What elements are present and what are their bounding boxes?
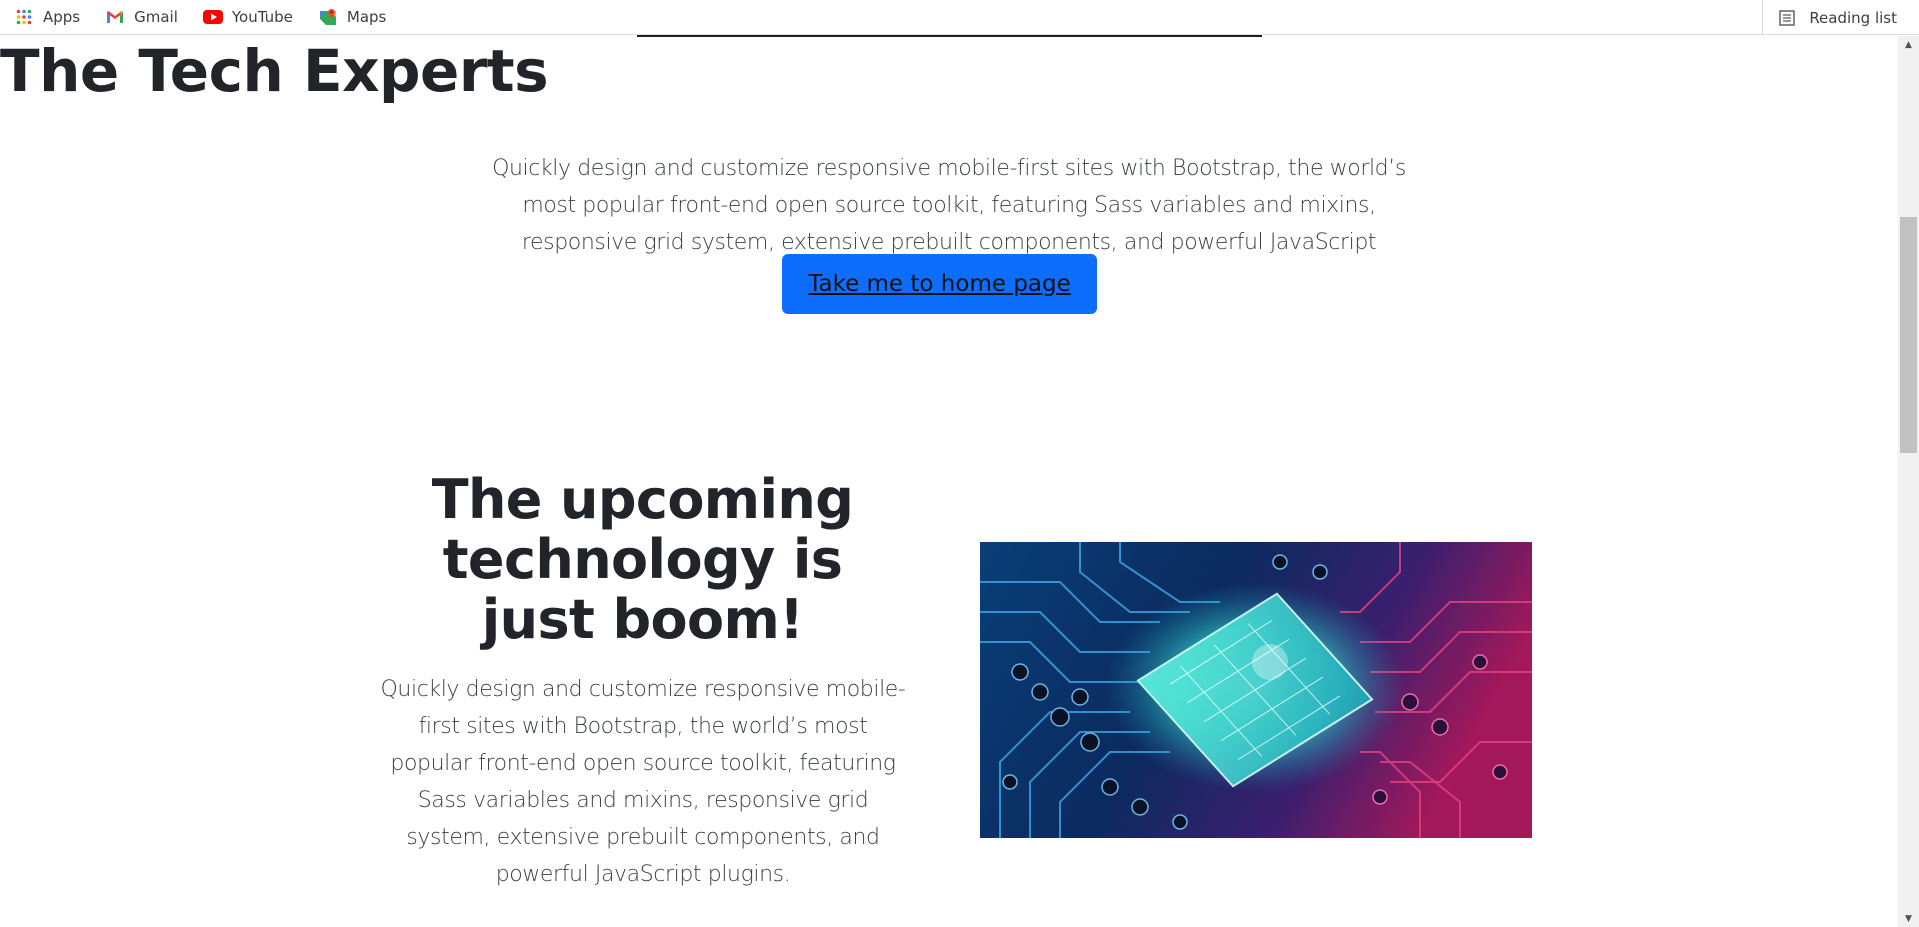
- reading-list-label: Reading list: [1809, 8, 1897, 27]
- bookmark-youtube[interactable]: YouTube: [189, 5, 304, 29]
- bookmark-label: Maps: [346, 8, 387, 26]
- reading-list-icon: [1777, 8, 1797, 28]
- bookmark-gmail[interactable]: Gmail: [91, 5, 189, 29]
- home-page-button[interactable]: Take me to home page: [782, 254, 1097, 314]
- scrollbar-thumb[interactable]: [1900, 217, 1917, 453]
- maps-icon: [318, 7, 338, 27]
- hero-title: The Tech Experts: [0, 37, 549, 105]
- feature-title: The upcoming technology is just boom!: [431, 468, 854, 651]
- bookmark-maps[interactable]: Maps: [304, 5, 397, 29]
- vertical-scrollbar[interactable]: [1898, 36, 1919, 927]
- circuit-board-image: [980, 542, 1532, 838]
- gmail-icon: [105, 7, 125, 27]
- feature-text: Quickly design and customize responsive …: [380, 677, 906, 887]
- scroll-up-arrow-icon[interactable]: ▲: [1898, 36, 1919, 53]
- bookmark-label: Gmail: [134, 8, 178, 26]
- apps-grid-icon: [14, 7, 34, 27]
- reading-list-button[interactable]: Reading list: [1762, 0, 1897, 35]
- bookmark-apps[interactable]: Apps: [0, 5, 91, 29]
- bookmark-label: Apps: [43, 8, 81, 26]
- bookmarks-bar: Apps Gmail YouTube Maps Reading list: [0, 0, 1919, 35]
- scroll-down-arrow-icon[interactable]: ▼: [1898, 910, 1919, 927]
- bookmark-label: YouTube: [231, 8, 293, 26]
- youtube-icon: [202, 7, 223, 27]
